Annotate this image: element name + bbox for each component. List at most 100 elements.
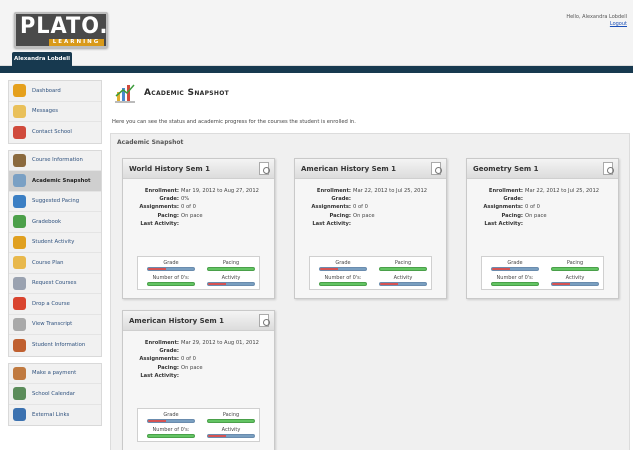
course-info: Enrollment: Mar 22, 2012 to Jul 25, 2012 … <box>473 187 618 228</box>
course-card: American History Sem 1 Enrollment: Mar 22… <box>294 158 447 299</box>
sidebar-item-snapshot[interactable]: Academic Snapshot <box>9 171 101 192</box>
pacing-indicator: Pacing <box>550 260 600 271</box>
calendar-icon <box>13 387 26 401</box>
course-details-icon[interactable] <box>431 162 442 175</box>
sidebar: Dashboard Messages Contact School Course I… <box>8 80 102 432</box>
course-title[interactable]: American History Sem 1 <box>129 317 224 325</box>
sidebar-item-activity[interactable]: Student Activity <box>9 233 101 253</box>
pacing-indicator-label: Pacing <box>222 412 240 418</box>
pacing-label: Pacing: <box>501 212 524 219</box>
grade-label: Grade: <box>331 196 351 203</box>
pacing-value: On pace <box>525 212 547 219</box>
course-info: Enrollment: Mar 29, 2012 to Aug 01, 2012 … <box>129 339 274 380</box>
pacing-value: On pace <box>181 212 203 219</box>
last-activity-label: Last Activity: <box>484 220 523 227</box>
activity-indicator-label: Activity <box>393 275 413 281</box>
course-card: American History Sem 1 Enrollment: Mar 29… <box>122 310 275 450</box>
enrollment-value: Mar 22, 2012 to Jul 25, 2012 <box>353 188 428 194</box>
sidebar-item-drop[interactable]: Drop a Course <box>9 294 101 315</box>
pacing-icon <box>13 194 26 208</box>
course-title[interactable]: Geometry Sem 1 <box>473 165 539 173</box>
assignments-label: Assignments: <box>139 356 179 363</box>
sidebar-item-course-info[interactable]: Course Information <box>9 151 101 171</box>
zeros-indicator: Number of 0's: <box>490 275 540 286</box>
activity-indicator-label: Activity <box>565 275 585 281</box>
messages-icon <box>13 104 26 118</box>
activity-indicator-label: Activity <box>221 275 241 281</box>
course-details-icon[interactable] <box>259 314 270 327</box>
course-details-icon[interactable] <box>259 162 270 175</box>
activity-bar <box>379 282 427 286</box>
sidebar-item-messages[interactable]: Messages <box>9 102 101 122</box>
course-info-icon <box>13 153 26 167</box>
sidebar-item-external-links[interactable]: External Links <box>9 405 101 426</box>
grade-indicator-label: Grade <box>335 260 351 266</box>
sidebar-item-label: Student Activity <box>32 239 75 246</box>
progress-indicators: Grade Pacing Number of 0's: Activity <box>481 256 604 290</box>
assignments-value: 0 of 0 <box>181 356 196 363</box>
card-header: American History Sem 1 <box>295 159 446 179</box>
request-icon <box>13 276 26 290</box>
sidebar-item-transcript[interactable]: View Transcript <box>9 315 101 335</box>
course-plan-icon <box>13 256 26 270</box>
pacing-value: On pace <box>353 212 375 219</box>
course-title[interactable]: World History Sem 1 <box>129 165 210 173</box>
zeros-bar <box>147 282 195 286</box>
pacing-value: On pace <box>181 364 203 371</box>
zeros-indicator: Number of 0's: <box>146 427 196 438</box>
assignments-label: Assignments: <box>139 204 179 211</box>
pacing-bar <box>551 267 599 271</box>
sidebar-item-label: Course Plan <box>32 259 64 266</box>
activity-indicator-label: Activity <box>221 427 241 433</box>
sidebar-item-label: Student Information <box>32 342 86 349</box>
activity-bar <box>207 282 255 286</box>
progress-indicators: Grade Pacing Number of 0's: Activity <box>309 256 432 290</box>
activity-bar <box>207 434 255 438</box>
header: PLATO. LEARNING Alexandra Lobdell Hello,… <box>0 0 633 66</box>
sidebar-item-payment[interactable]: Make a payment <box>9 364 101 384</box>
sidebar-item-calendar[interactable]: School Calendar <box>9 384 101 405</box>
sidebar-item-course-plan[interactable]: Course Plan <box>9 253 101 274</box>
pacing-indicator: Pacing <box>206 412 256 423</box>
enrollment-label: Enrollment: <box>488 188 523 194</box>
user-greeting: Hello, Alexandra Lobdell Logout <box>566 14 627 28</box>
course-details-icon[interactable] <box>603 162 614 175</box>
student-info-icon <box>13 338 26 352</box>
sidebar-group-general: Dashboard Messages Contact School <box>8 80 102 144</box>
card-header: Geometry Sem 1 <box>467 159 618 179</box>
pacing-indicator-label: Pacing <box>222 260 240 266</box>
pacing-indicator: Pacing <box>378 260 428 271</box>
course-card: World History Sem 1 Enrollment: Mar 19, 2… <box>122 158 275 299</box>
progress-indicators: Grade Pacing Number of 0's: Activity <box>137 408 260 442</box>
grade-indicator: Grade <box>146 260 196 271</box>
course-title[interactable]: American History Sem 1 <box>301 165 396 173</box>
sidebar-item-contact[interactable]: Contact School <box>9 122 101 143</box>
plato-logo: PLATO. LEARNING <box>14 12 108 48</box>
user-tab[interactable]: Alexandra Lobdell <box>12 52 72 66</box>
sidebar-item-label: Make a payment <box>32 370 77 377</box>
enrollment-value: Mar 22, 2012 to Jul 25, 2012 <box>525 188 600 194</box>
page-header: Academic Snapshot <box>110 78 633 108</box>
sidebar-item-label: Request Courses <box>32 280 77 287</box>
sidebar-item-label: Messages <box>32 108 58 115</box>
sidebar-item-label: School Calendar <box>32 390 76 397</box>
sidebar-item-gradebook[interactable]: Gradebook <box>9 212 101 233</box>
dashboard-icon <box>13 84 26 98</box>
sidebar-item-student-info[interactable]: Student Information <box>9 335 101 356</box>
sidebar-item-label: Drop a Course <box>32 300 70 307</box>
activity-indicator: Activity <box>206 427 256 438</box>
sidebar-item-dashboard[interactable]: Dashboard <box>9 81 101 102</box>
sidebar-item-request[interactable]: Request Courses <box>9 274 101 294</box>
gradebook-icon <box>13 215 26 229</box>
sidebar-item-pacing[interactable]: Suggested Pacing <box>9 192 101 212</box>
logout-link[interactable]: Logout <box>566 21 627 28</box>
zeros-bar <box>319 282 367 286</box>
enrollment-label: Enrollment: <box>144 188 179 194</box>
enrollment-label: Enrollment: <box>316 188 351 194</box>
activity-indicator: Activity <box>206 275 256 286</box>
activity-indicator: Activity <box>550 275 600 286</box>
assignments-label: Assignments: <box>483 204 523 211</box>
grade-label: Grade: <box>159 348 179 355</box>
course-info: Enrollment: Mar 22, 2012 to Jul 25, 2012 … <box>301 187 446 228</box>
progress-indicators: Grade Pacing Number of 0's: Activity <box>137 256 260 290</box>
